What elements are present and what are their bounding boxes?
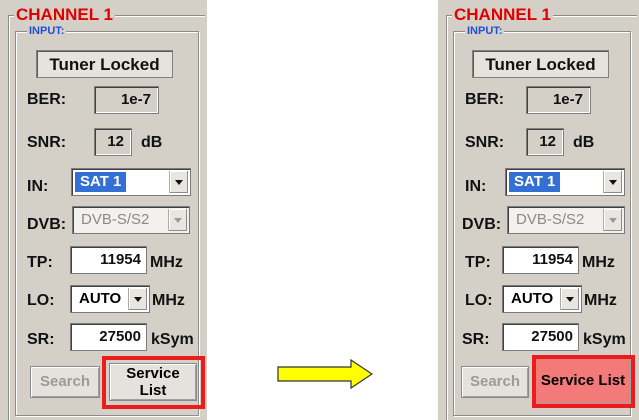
dvb-select[interactable]: DVB-S/S2 [507,206,625,234]
sr-label: SR: [462,331,490,348]
channel-title: CHANNEL 1 [14,5,115,24]
dvb-select-value: DVB-S/S2 [81,211,150,228]
dvb-label: DVB: [462,216,502,233]
service-list-button[interactable]: Service List [534,357,632,405]
channel-panel-after: CHANNEL 1 INPUT: Tuner Locked BER: 1e-7 … [438,0,639,420]
snr-unit: dB [141,134,163,151]
lo-unit: MHz [152,292,185,309]
lo-label: LO: [465,292,493,309]
input-select[interactable]: SAT 1 [71,168,191,196]
chevron-down-icon[interactable] [168,209,187,231]
service-list-button[interactable]: Service List [109,363,197,401]
lo-select[interactable]: AUTO [70,285,150,313]
tp-label: TP: [27,254,53,271]
sr-unit: kSym [151,331,194,348]
ber-value: 1e-7 [526,86,591,114]
input-group-title: INPUT: [27,25,67,37]
channel-title: CHANNEL 1 [452,5,553,24]
tuner-status: Tuner Locked [472,50,609,78]
tp-input[interactable]: 11954 [502,246,579,274]
sr-input[interactable]: 27500 [502,323,579,351]
input-select-value: SAT 1 [75,172,127,192]
tp-label: TP: [465,254,491,271]
sr-input[interactable]: 27500 [70,323,147,351]
input-select[interactable]: SAT 1 [505,168,625,196]
in-label: IN: [465,178,487,195]
tp-unit: MHz [150,254,183,271]
snr-label: SNR: [27,134,67,151]
chevron-down-icon[interactable] [603,171,622,193]
lo-select-value: AUTO [79,290,122,307]
ber-label: BER: [27,91,67,108]
tp-unit: MHz [582,254,615,271]
snr-label: SNR: [465,134,505,151]
ber-value: 1e-7 [94,86,159,114]
dvb-select[interactable]: DVB-S/S2 [72,206,190,234]
lo-label: LO: [27,292,55,309]
lo-select[interactable]: AUTO [502,285,582,313]
search-button[interactable]: Search [30,366,100,398]
chevron-down-icon[interactable] [560,288,579,310]
search-button[interactable]: Search [461,366,529,398]
lo-unit: MHz [584,292,617,309]
sr-unit: kSym [583,331,626,348]
input-select-value: SAT 1 [509,172,561,192]
service-list-label-line1: Service [126,365,180,382]
sr-label: SR: [27,331,55,348]
snr-value: 12 [94,128,132,156]
snr-value: 12 [526,128,564,156]
chevron-down-icon[interactable] [603,209,622,231]
input-group-title: INPUT: [465,25,505,37]
service-list-label-line2: List [139,382,167,399]
dvb-label: DVB: [27,216,67,233]
tp-input[interactable]: 11954 [70,246,147,274]
chevron-down-icon[interactable] [169,171,188,193]
channel-panel-before: CHANNEL 1 INPUT: Tuner Locked BER: 1e-7 … [0,0,207,420]
in-label: IN: [27,178,49,195]
tuner-status: Tuner Locked [36,50,173,78]
chevron-down-icon[interactable] [128,288,147,310]
dvb-select-value: DVB-S/S2 [516,211,585,228]
lo-select-value: AUTO [511,290,554,307]
ber-label: BER: [465,91,505,108]
right-arrow-icon [277,359,373,389]
snr-unit: dB [573,134,595,151]
